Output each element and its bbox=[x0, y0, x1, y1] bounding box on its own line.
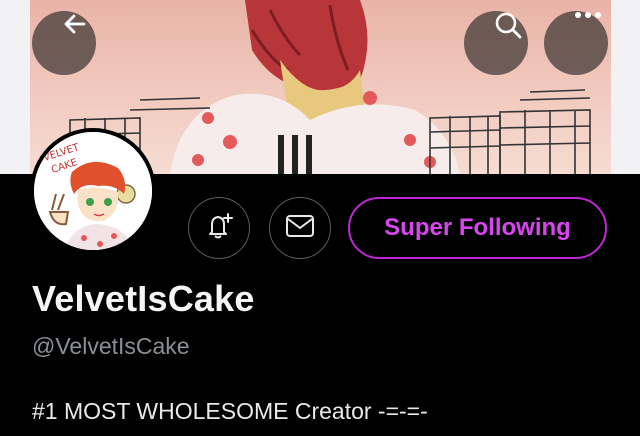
super-following-button[interactable]: Super Following bbox=[348, 197, 607, 259]
more-options-button[interactable] bbox=[544, 11, 608, 75]
message-button[interactable] bbox=[269, 197, 331, 259]
super-following-label: Super Following bbox=[384, 214, 571, 241]
search-button[interactable] bbox=[464, 11, 528, 75]
notifications-button[interactable] bbox=[188, 197, 250, 259]
mail-icon bbox=[285, 214, 315, 243]
profile-bio: #1 MOST WHOLESOME Creator -=-=- bbox=[32, 398, 428, 424]
display-name: VelvetIsCake bbox=[32, 278, 255, 319]
avatar[interactable]: VELVET CAKE bbox=[34, 132, 152, 250]
avatar-illustration: VELVET CAKE bbox=[34, 132, 152, 250]
back-button[interactable] bbox=[32, 11, 96, 75]
user-handle: @VelvetIsCake bbox=[32, 333, 190, 359]
bell-plus-icon bbox=[204, 211, 234, 246]
